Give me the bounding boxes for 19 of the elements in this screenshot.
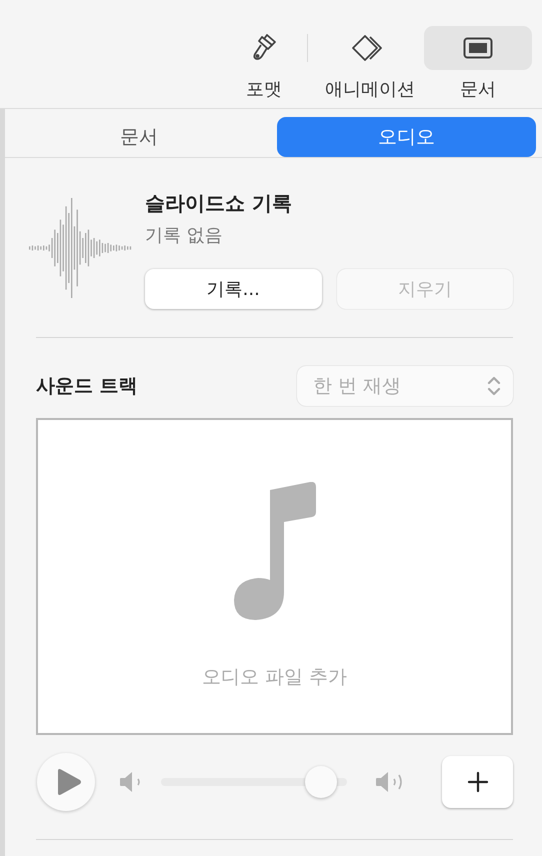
volume-low-icon bbox=[119, 770, 143, 794]
slide-icon bbox=[463, 37, 493, 59]
play-button[interactable] bbox=[37, 753, 95, 811]
tab[interactable]: 오디오 bbox=[276, 117, 536, 157]
recording-title: 슬라이드쇼 기록 bbox=[145, 190, 293, 217]
music-note-icon bbox=[232, 482, 318, 622]
tab[interactable]: 문서 bbox=[9, 117, 268, 157]
toolbar-button[interactable]: 애니메이션 bbox=[316, 26, 424, 101]
slider-thumb[interactable] bbox=[305, 766, 338, 798]
plus-icon bbox=[466, 771, 488, 793]
waveform-icon bbox=[28, 196, 132, 300]
play-icon bbox=[56, 768, 82, 796]
drop-hint: 오디오 파일 추가 bbox=[202, 665, 348, 690]
add-button[interactable] bbox=[442, 756, 513, 808]
soundtrack-title: 사운드 트랙 bbox=[36, 374, 138, 399]
recording-status: 기록 없음 bbox=[145, 224, 224, 247]
toolbar-button[interactable]: 포맷 bbox=[229, 26, 299, 101]
chevrons-icon bbox=[487, 375, 501, 397]
push-button[interactable]: 기록... bbox=[145, 269, 322, 309]
